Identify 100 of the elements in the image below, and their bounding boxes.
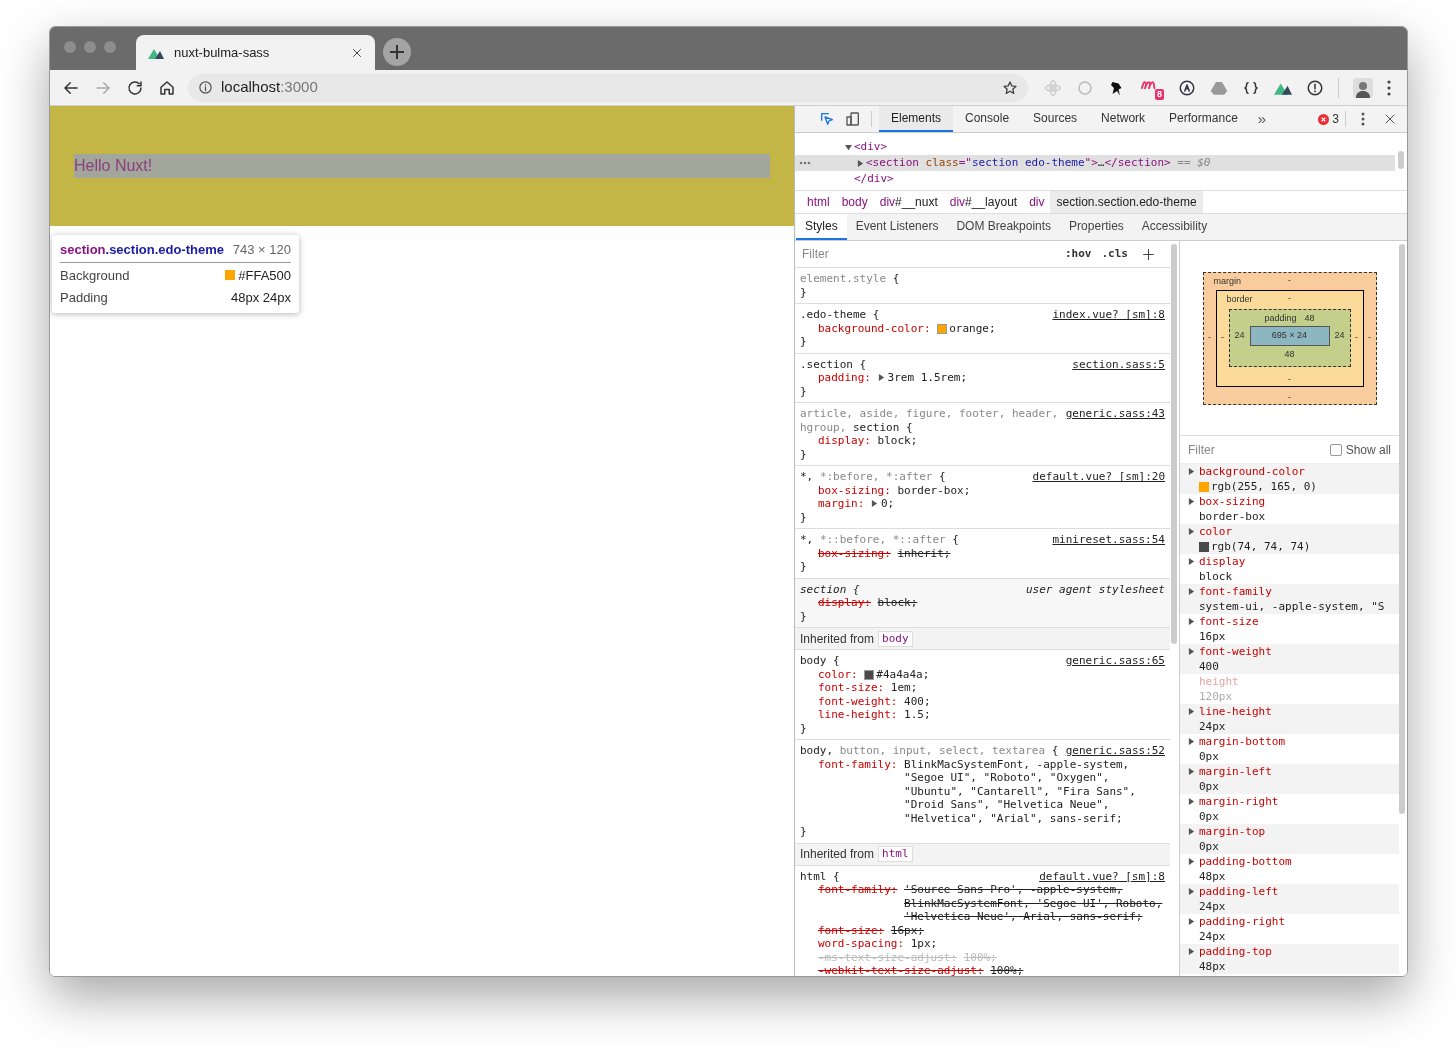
- css-property[interactable]: font-weight:: [818, 694, 898, 708]
- circled-letter-icon[interactable]: [1178, 78, 1196, 97]
- css-value[interactable]: inherit;: [897, 546, 1165, 560]
- collapsed-triangle-icon[interactable]: [1188, 618, 1195, 625]
- info-icon[interactable]: [198, 80, 213, 95]
- inspect-cursor-icon[interactable]: [819, 111, 835, 127]
- collapsed-triangle-icon[interactable]: [1188, 648, 1195, 655]
- source-link[interactable]: default.vue? [sm]:8: [1039, 869, 1165, 883]
- computed-property[interactable]: font-size: [1199, 614, 1259, 629]
- css-value[interactable]: 1.5;: [904, 708, 1165, 722]
- collapsed-triangle-icon[interactable]: [870, 500, 878, 508]
- close-icon[interactable]: [351, 46, 363, 59]
- devtools-tab[interactable]: Elements: [879, 106, 954, 132]
- info-icon[interactable]: [1306, 78, 1324, 97]
- new-tab-icon[interactable]: [383, 38, 411, 66]
- css-value[interactable]: 'Source Sans Pro', -apple-system, BlinkMacSystemFont, 'Segoe UI', Roboto, 'Helvetica Neue', Arial, sans-serif;: [904, 883, 1165, 924]
- breadcrumb-item[interactable]: html: [801, 191, 836, 213]
- computed-property[interactable]: margin-bottom: [1199, 734, 1286, 749]
- hover-state-button[interactable]: :hov: [1065, 245, 1092, 263]
- breadcrumb-item[interactable]: div#__nuxt: [873, 191, 944, 213]
- avatar-icon[interactable]: [1353, 77, 1373, 98]
- collapsed-triangle-icon[interactable]: [1188, 828, 1195, 835]
- collapsed-triangle-icon[interactable]: [1188, 528, 1195, 535]
- address-bar[interactable]: localhost:3000: [188, 73, 1028, 102]
- dom-node[interactable]: <div>: [854, 138, 888, 156]
- computed-property[interactable]: padding-left: [1199, 884, 1279, 899]
- collapsed-triangle-icon[interactable]: [1188, 948, 1195, 955]
- expanded-triangle-icon[interactable]: [845, 143, 852, 151]
- class-toggle-button[interactable]: .cls: [1101, 245, 1128, 263]
- collapsed-triangle-icon[interactable]: [1188, 558, 1195, 565]
- css-value[interactable]: border-box;: [897, 483, 1165, 497]
- css-property[interactable]: box-sizing:: [818, 546, 891, 560]
- source-link[interactable]: section.sass:5: [1072, 357, 1165, 371]
- source-link[interactable]: generic.sass:65: [1065, 654, 1165, 668]
- error-count[interactable]: 3: [1332, 110, 1339, 128]
- computed-property[interactable]: margin-top: [1199, 824, 1266, 839]
- source-link[interactable]: generic.sass:52: [1065, 744, 1165, 758]
- show-all-checkbox[interactable]: Show all: [1329, 440, 1391, 459]
- reload-icon[interactable]: [126, 78, 144, 97]
- color-swatch[interactable]: [937, 323, 948, 334]
- inherited-tag[interactable]: body: [878, 630, 913, 647]
- computed-property[interactable]: padding-right: [1199, 914, 1286, 929]
- panel-tab[interactable]: Properties: [1060, 214, 1133, 240]
- css-property[interactable]: box-sizing:: [818, 483, 891, 497]
- computed-property[interactable]: background-color: [1199, 464, 1305, 479]
- css-value[interactable]: 100%;: [990, 964, 1165, 976]
- css-value[interactable]: #4a4a4a;: [876, 667, 1165, 681]
- breadcrumb-item[interactable]: section.section.edo-theme: [1050, 191, 1203, 213]
- source-link[interactable]: index.vue? [sm]:8: [1052, 308, 1165, 322]
- computed-property[interactable]: margin-right: [1199, 794, 1279, 809]
- panel-tab[interactable]: Styles: [796, 214, 847, 240]
- collapsed-triangle-icon[interactable]: [1188, 588, 1195, 595]
- css-value[interactable]: orange;: [949, 321, 1165, 335]
- computed-property[interactable]: display: [1199, 554, 1246, 569]
- css-value[interactable]: 3rem 1.5rem;: [887, 371, 1165, 385]
- collapsed-triangle-icon[interactable]: [1188, 738, 1195, 745]
- devtools-tab[interactable]: Sources: [1021, 106, 1090, 132]
- breadcrumb-item[interactable]: div#__layout: [943, 191, 1024, 213]
- computed-property[interactable]: padding-top: [1199, 944, 1272, 959]
- computed-property[interactable]: margin-left: [1199, 764, 1272, 779]
- device-toggle-icon[interactable]: [845, 111, 861, 127]
- dom-node[interactable]: </div>: [854, 170, 894, 188]
- css-value[interactable]: 1em;: [890, 681, 1165, 695]
- css-value[interactable]: BlinkMacSystemFont, -apple-system, "Segoe UI", "Roboto", "Oxygen", "Ubuntu", "Cantarell", "Fira Sans", "Droid Sans", "Helvetica Neue", "Helvetica", "Arial", sans-serif;: [904, 757, 1165, 825]
- collapsed-triangle-icon[interactable]: [1188, 798, 1195, 805]
- css-value[interactable]: 0;: [880, 497, 1165, 511]
- css-value[interactable]: block;: [877, 434, 1165, 448]
- css-property[interactable]: font-size:: [818, 681, 885, 695]
- source-link[interactable]: generic.sass:43: [1065, 407, 1165, 421]
- css-property[interactable]: display:: [818, 596, 871, 610]
- filter-field[interactable]: Filter: [1188, 440, 1330, 459]
- color-swatch[interactable]: [864, 669, 875, 680]
- collapsed-triangle-icon[interactable]: [1188, 858, 1195, 865]
- collapsed-triangle-icon[interactable]: [1188, 708, 1195, 715]
- computed-property[interactable]: padding-bottom: [1199, 854, 1292, 869]
- collapsed-triangle-icon[interactable]: [1188, 468, 1195, 475]
- computed-property[interactable]: color: [1199, 524, 1233, 539]
- css-property[interactable]: font-family:: [818, 883, 898, 897]
- collapsed-triangle-icon[interactable]: [1188, 768, 1195, 775]
- star-icon[interactable]: [1002, 79, 1018, 96]
- computed-property[interactable]: font-weight: [1199, 644, 1272, 659]
- css-property[interactable]: font-family:: [818, 757, 898, 771]
- more-tabs-button[interactable]: »: [1249, 106, 1275, 132]
- inherited-tag[interactable]: html: [878, 846, 913, 862]
- plus-icon[interactable]: [1142, 247, 1155, 261]
- collapsed-triangle-icon[interactable]: [1188, 918, 1195, 925]
- computed-property[interactable]: line-height: [1199, 704, 1272, 719]
- collapsed-triangle-icon[interactable]: [877, 374, 885, 382]
- menu-icon[interactable]: [1387, 79, 1391, 96]
- css-property[interactable]: margin:: [818, 497, 865, 511]
- breadcrumb-item[interactable]: div: [1023, 191, 1051, 213]
- css-value[interactable]: 16px;: [890, 923, 1165, 937]
- devtools-tab[interactable]: Network: [1089, 106, 1158, 132]
- css-value[interactable]: 400;: [904, 694, 1165, 708]
- css-property[interactable]: word-spacing:: [818, 937, 905, 951]
- css-property[interactable]: display:: [818, 434, 871, 448]
- error-icon[interactable]: [1318, 113, 1330, 125]
- panel-tab[interactable]: DOM Breakpoints: [947, 214, 1061, 240]
- devtools-tab[interactable]: Console: [953, 106, 1022, 132]
- css-property[interactable]: color:: [818, 667, 858, 681]
